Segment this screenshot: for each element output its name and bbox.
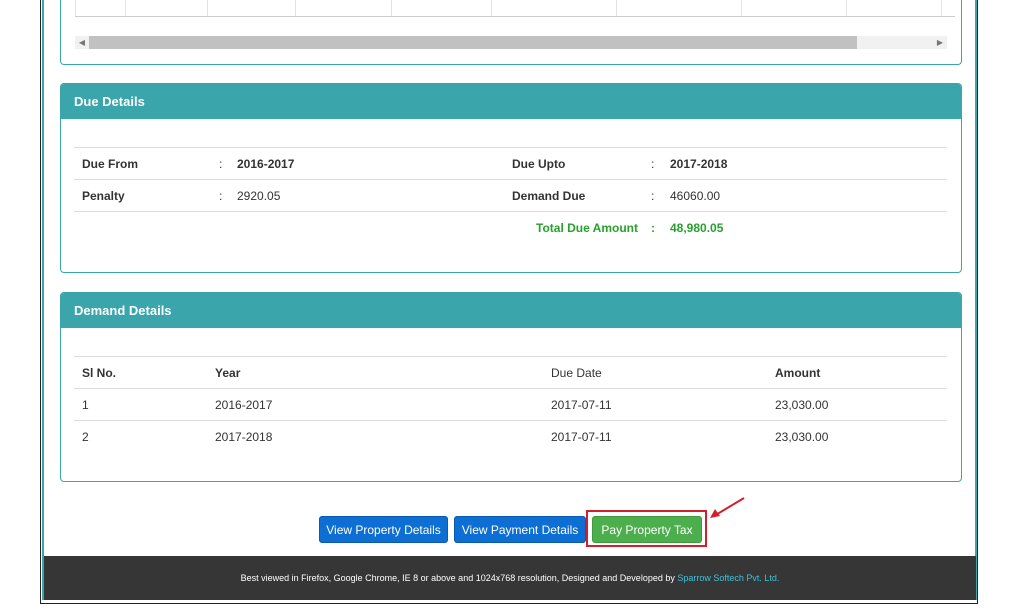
- separator: :: [219, 157, 223, 171]
- previous-panel: ◀ ▶: [60, 0, 962, 65]
- penalty-value: 2920.05: [237, 189, 281, 203]
- cell-year: 2017-2018: [215, 430, 273, 444]
- demand-due-label: Demand Due: [512, 189, 586, 203]
- col-header-amount: Amount: [775, 366, 821, 380]
- due-row-total: Total Due Amount : 48,980.05: [74, 211, 947, 244]
- due-row-penalty: Penalty : 2920.05 Demand Due : 46060.00: [74, 179, 947, 212]
- due-from-value: 2016-2017: [237, 157, 295, 171]
- separator: :: [651, 221, 655, 235]
- penalty-label: Penalty: [82, 189, 125, 203]
- due-upto-label: Due Upto: [512, 157, 566, 171]
- scroll-left-icon[interactable]: ◀: [75, 36, 89, 49]
- demand-details-panel: Demand Details Sl No. Year Due Date Amou…: [60, 292, 962, 482]
- table-header-row: Sl No. Year Due Date Amount: [74, 356, 947, 389]
- scrollbar-thumb[interactable]: [89, 36, 857, 49]
- table-row: [75, 0, 955, 17]
- demand-due-value: 46060.00: [670, 189, 721, 203]
- view-payment-details-button[interactable]: View Payment Details: [454, 516, 586, 543]
- col-header-sl: Sl No.: [82, 366, 117, 380]
- footer-text: Best viewed in Firefox, Google Chrome, I…: [240, 573, 678, 583]
- separator: :: [651, 157, 655, 171]
- separator: :: [219, 189, 223, 203]
- horizontal-scrollbar[interactable]: ◀ ▶: [75, 36, 947, 49]
- cell-sl: 1: [82, 398, 89, 412]
- due-row-from: Due From : 2016-2017 Due Upto : 2017-201…: [74, 147, 947, 180]
- scroll-right-icon[interactable]: ▶: [933, 36, 947, 49]
- due-details-title: Due Details: [61, 84, 961, 119]
- table-row: 1 2016-2017 2017-07-11 23,030.00: [74, 388, 947, 421]
- cell-sl: 2: [82, 430, 89, 444]
- footer: Best viewed in Firefox, Google Chrome, I…: [44, 556, 976, 600]
- col-header-due-date: Due Date: [551, 366, 602, 380]
- due-from-label: Due From: [82, 157, 139, 171]
- due-upto-value: 2017-2018: [670, 157, 728, 171]
- cell-amount: 23,030.00: [775, 430, 829, 444]
- demand-details-title: Demand Details: [61, 293, 961, 328]
- table-row: 2 2017-2018 2017-07-11 23,030.00: [74, 420, 947, 453]
- cell-amount: 23,030.00: [775, 398, 829, 412]
- company-link[interactable]: Sparrow Softech Pvt. Ltd.: [677, 573, 779, 583]
- total-due-value: 48,980.05: [670, 221, 724, 235]
- cell-due-date: 2017-07-11: [551, 430, 612, 444]
- cell-year: 2016-2017: [215, 398, 273, 412]
- total-due-label: Total Due Amount: [536, 221, 638, 235]
- col-header-year: Year: [215, 366, 241, 380]
- due-details-panel: Due Details Due From : 2016-2017 Due Upt…: [60, 83, 962, 273]
- cell-due-date: 2017-07-11: [551, 398, 612, 412]
- pointer-arrow-icon: [710, 497, 745, 518]
- view-property-details-button[interactable]: View Property Details: [319, 516, 448, 543]
- highlight-box: [586, 510, 707, 547]
- separator: :: [651, 189, 655, 203]
